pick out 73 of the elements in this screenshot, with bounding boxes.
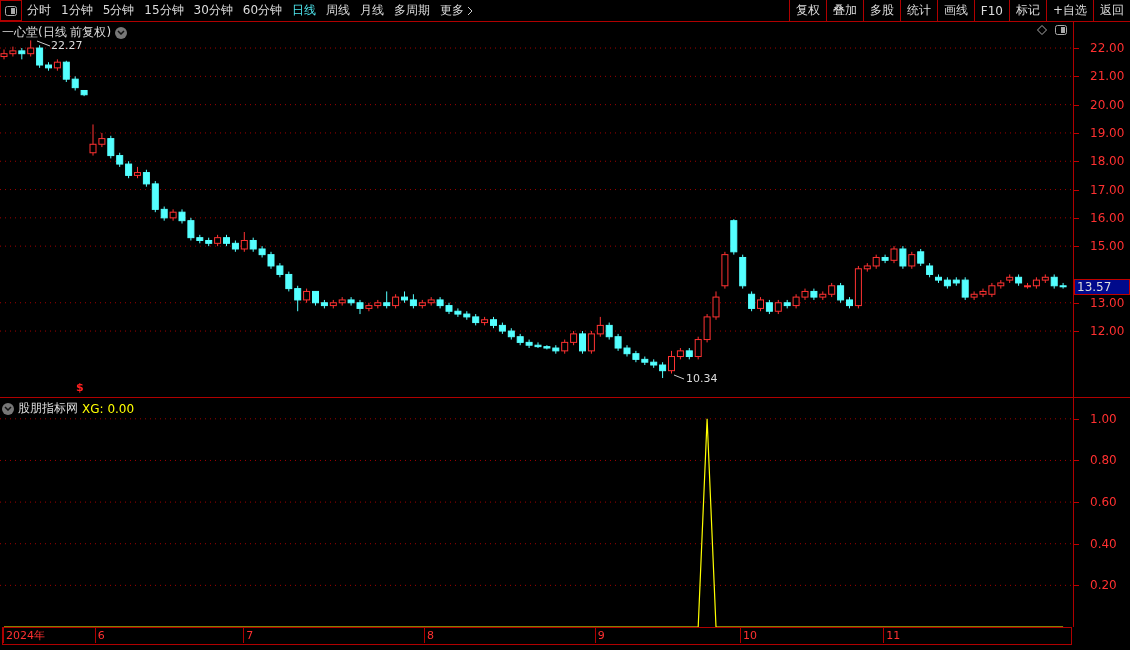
toolbar-button[interactable]: 标记 [1008,0,1046,21]
toolbar-button[interactable]: +自选 [1045,0,1093,21]
date-axis-label: 10 [739,628,757,643]
price-axis-label: 12.00 [1090,324,1125,339]
candlestick [107,135,115,159]
leader-line [36,40,51,47]
candlestick [748,290,756,312]
chart-title: 一心堂(日线 前复权) [2,24,112,41]
price-axis-label: 22.00 [1090,41,1125,56]
period-tab[interactable]: 周线 [321,0,356,21]
period-tab[interactable]: 分时 [22,0,56,21]
toolbar-button[interactable]: 返回 [1093,0,1130,21]
toolbar-button[interactable]: 画线 [936,0,974,21]
indicator-axis-label: 0.40 [1090,536,1117,551]
current-price-tag: 13.57 [1074,278,1130,295]
panel-icon[interactable] [1055,25,1067,35]
period-tab[interactable]: 15分钟 [139,0,189,21]
date-axis-label: 7 [243,628,254,643]
price-axis-label: 20.00 [1090,97,1125,112]
candlestick [579,330,586,355]
toolbar-button[interactable]: 统计 [899,0,937,21]
candlestick [961,276,969,301]
candlestick [36,44,44,69]
candlestick [837,282,845,304]
panel-icon [5,5,17,16]
candlestick [668,350,675,375]
dropdown-icon[interactable] [115,26,128,39]
price-axis-label: 13.00 [1090,295,1125,310]
price-axis-label: 18.00 [1090,154,1125,169]
price-axis-label: 21.00 [1090,69,1125,84]
high-price-label: 22.27 [51,39,83,52]
more-button[interactable]: 更多 [435,0,479,21]
candlestick [587,330,595,355]
period-tab[interactable]: 1分钟 [56,0,98,21]
indicator-name: 股朋指标网 [18,400,78,417]
indicator-axis-label: 0.20 [1090,578,1117,593]
toolbar-button[interactable]: 复权 [788,0,826,21]
candlestick [294,285,302,312]
leader-line [673,374,685,380]
date-axis-label: 6 [94,628,105,643]
toolbar-button[interactable]: F10 [973,0,1009,21]
period-tab[interactable]: 60分钟 [237,0,288,21]
date-axis-label: 9 [594,628,605,643]
indicator-reading: XG: 0.00 [82,401,135,416]
candlestick [62,60,70,83]
candlestick [596,316,604,338]
price-axis-label: 17.00 [1090,182,1125,197]
candlestick [240,231,248,253]
price-axis-label: 16.00 [1090,210,1125,225]
candlestick [899,245,907,270]
toolbar-button[interactable]: 叠加 [825,0,863,21]
period-tab[interactable]: 5分钟 [97,0,140,21]
period-tab[interactable]: 日线 [287,0,322,21]
date-axis-label: 8 [423,628,434,643]
indicator-axis-label: 0.60 [1090,495,1117,510]
indicator-axis-label: 1.00 [1090,411,1117,426]
candlestick [169,208,177,222]
signal-marker: $ [76,381,84,394]
dropdown-icon[interactable] [2,402,14,415]
period-tab[interactable]: 30分钟 [188,0,238,21]
candlestick [881,254,889,264]
period-tab[interactable]: 月线 [355,0,390,21]
price-axis-label: 15.00 [1090,239,1125,254]
price-axis-label: 19.00 [1090,125,1125,140]
diamond-icon[interactable] [1037,25,1047,35]
low-price-label: 10.34 [686,372,718,385]
indicator-axis-label: 0.80 [1090,453,1117,468]
date-axis-label: 11 [883,628,901,643]
chevron-right-icon [467,5,474,16]
period-tab[interactable]: 多周期 [389,0,436,21]
date-axis-label: 2024年 [3,628,45,643]
toolbar-button[interactable]: 多股 [862,0,900,21]
panel-toggle-button[interactable] [0,0,22,21]
